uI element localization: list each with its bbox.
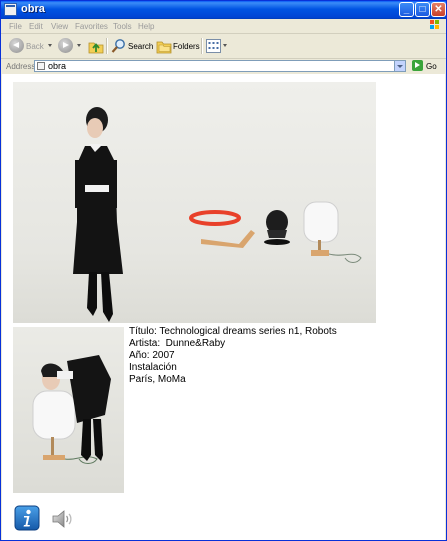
folders-icon[interactable] bbox=[156, 38, 172, 54]
artwork-info: Título: Technological dreams series n1, … bbox=[129, 326, 337, 386]
windows-flag-icon bbox=[430, 20, 440, 30]
title-bar[interactable]: obra _ □ ✕ bbox=[1, 1, 446, 19]
forward-arrow-icon[interactable] bbox=[58, 38, 73, 53]
views-dropdown-icon[interactable] bbox=[223, 44, 227, 47]
window-icon bbox=[4, 3, 17, 16]
search-button-label[interactable]: Search bbox=[128, 42, 153, 51]
back-arrow-icon[interactable] bbox=[9, 38, 24, 53]
forward-dropdown-icon[interactable] bbox=[77, 44, 81, 47]
menu-tools[interactable]: Tools bbox=[113, 22, 132, 31]
info-icon[interactable] bbox=[14, 505, 40, 531]
menu-help[interactable]: Help bbox=[138, 22, 154, 31]
toolbar: Back Search Folders bbox=[1, 34, 446, 59]
artwork-type: Instalación bbox=[129, 362, 177, 373]
address-label: Address bbox=[6, 62, 36, 71]
search-icon[interactable] bbox=[111, 38, 127, 54]
artwork-title: Título: Technological dreams series n1, … bbox=[129, 326, 337, 337]
artwork-year: Año: 2007 bbox=[129, 350, 175, 361]
artwork-location: París, MoMa bbox=[129, 374, 186, 385]
views-icon[interactable] bbox=[206, 39, 221, 53]
page-content: Título: Technological dreams series n1, … bbox=[2, 74, 445, 540]
speaker-icon[interactable] bbox=[50, 507, 74, 531]
back-button-label[interactable]: Back bbox=[26, 42, 44, 51]
menu-edit[interactable]: Edit bbox=[29, 22, 43, 31]
window-title: obra bbox=[21, 3, 45, 15]
back-dropdown-icon[interactable] bbox=[48, 44, 52, 47]
page-icon bbox=[37, 62, 45, 70]
explorer-window: obra _ □ ✕ File Edit View Favorites Tool… bbox=[0, 0, 447, 541]
go-button-label[interactable]: Go bbox=[426, 62, 437, 71]
menu-view[interactable]: View bbox=[51, 22, 68, 31]
close-button[interactable]: ✕ bbox=[431, 2, 446, 17]
menu-file[interactable]: File bbox=[9, 22, 22, 31]
artwork-artist: Artista: Dunne&Raby bbox=[129, 338, 226, 349]
address-value[interactable]: obra bbox=[48, 61, 66, 71]
go-arrow-icon[interactable] bbox=[412, 60, 423, 71]
address-input[interactable]: obra bbox=[34, 60, 406, 72]
folders-button-label[interactable]: Folders bbox=[173, 42, 200, 51]
address-dropdown-icon[interactable] bbox=[394, 61, 405, 71]
menu-favorites[interactable]: Favorites bbox=[75, 22, 108, 31]
up-folder-icon[interactable] bbox=[88, 38, 104, 54]
maximize-button[interactable]: □ bbox=[415, 2, 430, 17]
minimize-button[interactable]: _ bbox=[399, 2, 414, 17]
artwork-main-image bbox=[13, 82, 376, 323]
artwork-detail-image bbox=[13, 327, 124, 493]
address-bar: Address obra Go bbox=[1, 59, 446, 73]
menu-bar: File Edit View Favorites Tools Help bbox=[1, 19, 446, 34]
